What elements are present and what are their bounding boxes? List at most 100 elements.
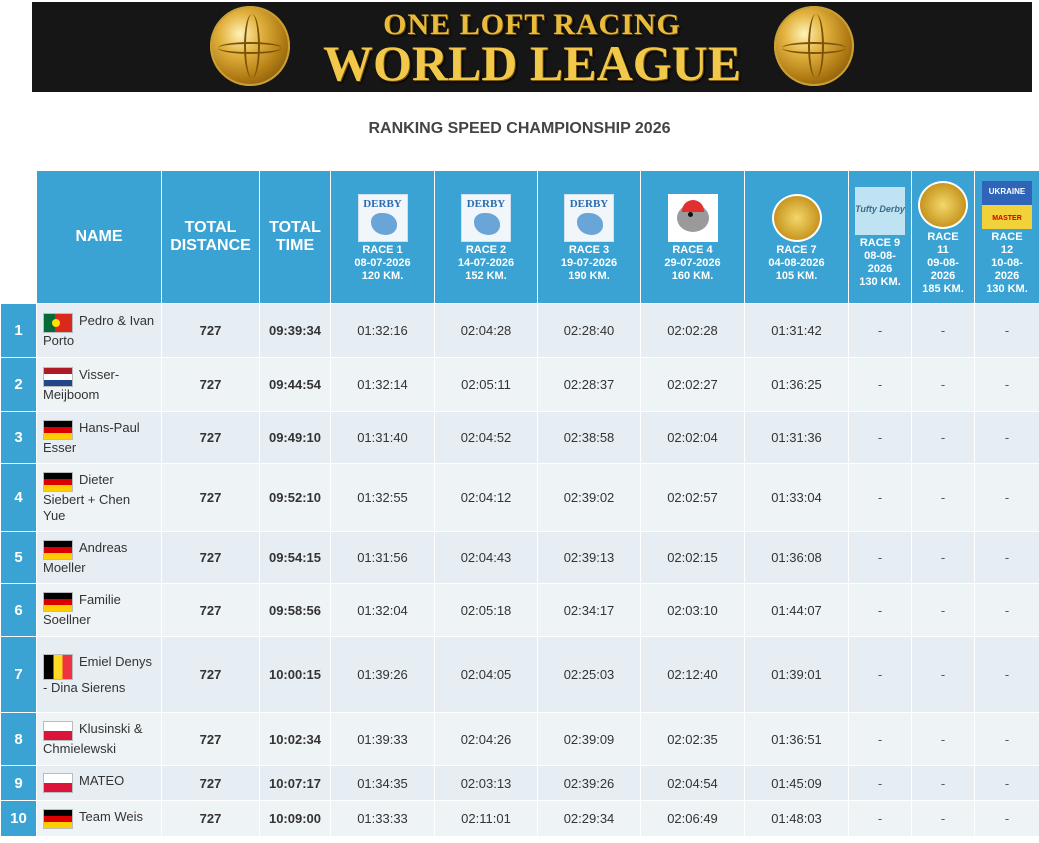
race-time-cell: - [974, 765, 1039, 801]
race-time-cell: 02:02:04 [640, 411, 745, 464]
table-row: 6 Familie Soellner 727 09:58:56 01:32:04 02:0… [0, 583, 1039, 637]
name-cell: Visser-Meijboom [36, 357, 162, 412]
name-header: NAME [36, 170, 162, 304]
race-time-cell: 01:31:56 [330, 531, 435, 584]
race-time-cell: 01:34:35 [330, 765, 435, 801]
total-time-header: TOTAL TIME [259, 170, 331, 304]
race-time-cell: 01:32:04 [330, 583, 435, 637]
bird-logo-icon [667, 193, 718, 242]
table-row: 3 Hans-Paul Esser 727 09:49:10 01:31:40 02:04… [0, 411, 1039, 464]
country-flag-icon [43, 366, 73, 387]
total-time-cell: 09:44:54 [259, 357, 331, 412]
race-time-cell: 01:31:36 [744, 411, 849, 464]
race-date-year: 2026 [994, 269, 1020, 282]
table-row: 1 Pedro & Ivan Porto 727 09:39:34 01:32:16 02… [0, 303, 1039, 358]
derby-logo-icon: DERBY [564, 193, 614, 242]
total-distance-cell: 727 [161, 636, 260, 713]
race-time-cell: 01:36:51 [744, 712, 849, 766]
race-time-cell: 01:32:55 [330, 463, 435, 532]
race-time-cell: 02:39:09 [537, 712, 641, 766]
race-time-cell: - [974, 800, 1039, 837]
race-time-cell: - [911, 303, 975, 358]
fancier-name: MATEO [79, 773, 125, 788]
race-time-cell: 02:03:10 [640, 583, 745, 637]
name-cell: Hans-Paul Esser [36, 411, 162, 464]
rank-cell: 9 [0, 765, 37, 801]
page-title: RANKING SPEED CHAMPIONSHIP 2026 [368, 120, 671, 137]
race-time-cell: 02:04:54 [640, 765, 745, 801]
race-time-cell: - [974, 303, 1039, 358]
name-cell: Andreas Moeller [36, 531, 162, 584]
race-date: 19-07-2026 [560, 256, 618, 269]
race-time-cell: 02:39:02 [537, 463, 641, 532]
total-time-cell: 09:52:10 [259, 463, 331, 532]
race-date: 14-07-2026 [457, 256, 515, 269]
rank-cell: 7 [0, 636, 37, 713]
banner-title-main: WORLD LEAGUE [322, 35, 742, 91]
total-time-cell: 10:07:17 [259, 765, 331, 801]
race-header: RACE 4 29-07-2026 160 KM. [640, 170, 745, 304]
race-time-cell: 01:39:01 [744, 636, 849, 713]
table-row: 7 Emiel Denys - Dina Sierens 727 10:00:15 01… [0, 636, 1039, 713]
total-distance-cell: 727 [161, 357, 260, 412]
rank-cell: 3 [0, 411, 37, 464]
race-time-cell: 02:12:40 [640, 636, 745, 713]
race-time-cell: - [848, 765, 912, 801]
medal-logo-icon [918, 180, 968, 229]
country-flag-icon [43, 773, 73, 793]
name-cell: Dieter Siebert + Chen Yue [36, 463, 162, 532]
rank-cell: 4 [0, 463, 37, 532]
race-distance: 190 KM. [568, 269, 610, 282]
race-time-cell: 02:04:12 [434, 463, 538, 532]
rank-header [0, 170, 37, 304]
race-header: Tufty Derby RACE 9 08-08- 2026 130 KM. [848, 170, 912, 304]
race-date: 10-08- [991, 256, 1023, 269]
country-flag-icon [43, 471, 73, 492]
medal-logo-icon [771, 193, 822, 242]
race-time-cell: 02:02:57 [640, 463, 745, 532]
race-time-cell: 01:36:25 [744, 357, 849, 412]
race-time-cell: - [974, 411, 1039, 464]
race-time-cell: - [848, 636, 912, 713]
race-time-cell: - [848, 463, 912, 532]
race-label: RACE 9 [859, 237, 901, 249]
total-distance-cell: 727 [161, 303, 260, 358]
race-time-cell: 01:31:40 [330, 411, 435, 464]
race-time-cell: - [911, 357, 975, 412]
total-distance-header-line2: DISTANCE [170, 237, 251, 254]
total-time-cell: 10:09:00 [259, 800, 331, 837]
country-flag-icon [43, 653, 73, 680]
race-time-cell: 01:31:42 [744, 303, 849, 358]
race-time-cell: 01:48:03 [744, 800, 849, 837]
total-time-cell: 09:58:56 [259, 583, 331, 637]
race-label: RACE 7 [776, 243, 817, 256]
race-date: 08-07-2026 [354, 256, 411, 269]
race-time-cell: - [974, 712, 1039, 766]
country-flag-icon [43, 539, 73, 560]
rank-cell: 6 [0, 583, 37, 637]
total-time-header-line2: TIME [275, 237, 315, 254]
race-header: DERBY RACE 1 08-07-2026 120 KM. [330, 170, 435, 304]
globe-logo-icon [210, 6, 290, 86]
total-time-cell: 10:02:34 [259, 712, 331, 766]
table-row: 10 Team Weis 727 10:09:00 01:33:33 02:11:01 02… [0, 800, 1039, 837]
race-number: 12 [1000, 243, 1014, 256]
race-time-cell: - [911, 712, 975, 766]
race-time-cell: - [848, 712, 912, 766]
total-distance-cell: 727 [161, 463, 260, 532]
race-header: RACE 7 04-08-2026 105 KM. [744, 170, 849, 304]
table-header-row: NAME TOTAL DISTANCE TOTAL TIME DERBY RAC… [0, 170, 1039, 304]
race-label: RACE 2 [465, 243, 507, 256]
table-row: 9 MATEO 727 10:07:17 01:34:35 02:03:13 02:39:2… [0, 765, 1039, 801]
country-flag-icon [43, 721, 73, 741]
ukraine-master-logo-icon: UKRAINE MASTER [982, 180, 1032, 229]
race-time-cell: - [974, 357, 1039, 412]
race-time-cell: - [848, 303, 912, 358]
total-distance-cell: 727 [161, 712, 260, 766]
rank-cell: 8 [0, 712, 37, 766]
derby-logo-icon: DERBY [357, 193, 408, 242]
race-label: RACE 3 [568, 243, 610, 256]
race-time-cell: 02:11:01 [434, 800, 538, 837]
race-date: 09-08- [927, 256, 959, 269]
race-header: DERBY RACE 2 14-07-2026 152 KM. [434, 170, 538, 304]
